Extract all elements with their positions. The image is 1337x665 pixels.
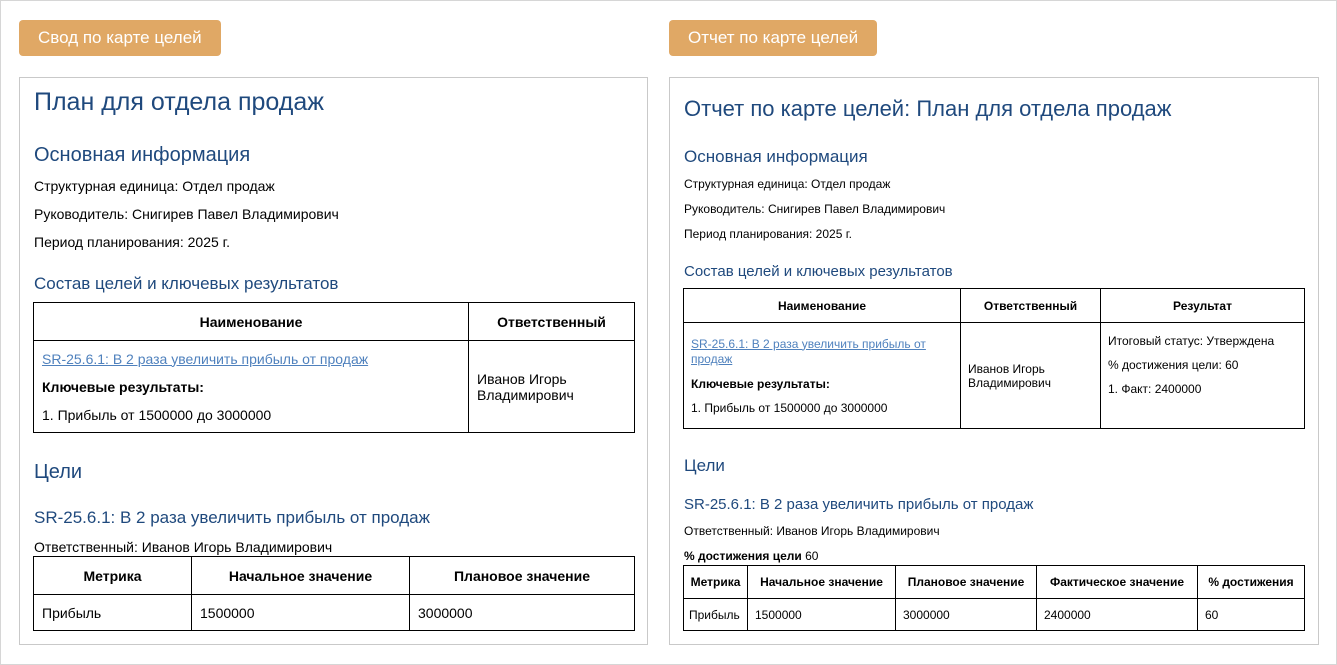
table-row: SR-25.6.1: В 2 раза увеличить прибыль от… — [683, 322, 1305, 429]
tab-summary[interactable]: Свод по карте целей — [19, 20, 221, 56]
table-header-row: Наименование Ответственный — [33, 302, 635, 341]
initial-cell: 1500000 — [191, 594, 410, 631]
table-row: Прибыль 1500000 3000000 2400000 60 — [683, 598, 1305, 631]
kr-item: 1. Прибыль от 1500000 до 3000000 — [691, 400, 888, 415]
achievement-label: % достижения цели — [684, 549, 802, 563]
actual-cell: 2400000 — [1036, 598, 1198, 631]
achievement-line: % достижения цели 60 — [684, 549, 818, 563]
header-result: Результат — [1100, 288, 1305, 323]
composition-table: Наименование Ответственный SR-25.6.1: В … — [33, 302, 635, 433]
kr-label: Ключевые результаты: — [42, 378, 204, 395]
achievement-cell: 60 — [1197, 598, 1305, 631]
header-responsible: Ответственный — [468, 302, 635, 341]
basic-info-heading: Основная информация — [34, 144, 251, 166]
metrics-table: Метрика Начальное значение Плановое знач… — [33, 556, 635, 631]
metric-cell: Прибыль — [683, 598, 748, 631]
header-name: Наименование — [33, 302, 469, 341]
table-header-row: Метрика Начальное значение Плановое знач… — [33, 556, 635, 595]
goals-heading: Цели — [684, 456, 725, 475]
metric-cell: Прибыль — [33, 594, 192, 631]
header-planned: Плановое значение — [409, 556, 635, 595]
responsible-name: Иванов Игорь Владимирович — [968, 361, 1052, 390]
table-header-row: Метрика Начальное значение Плановое знач… — [683, 565, 1305, 599]
goal-title: SR-25.6.1: В 2 раза увеличить прибыль от… — [684, 496, 1034, 513]
tab-report[interactable]: Отчет по карте целей — [669, 20, 878, 56]
header-achievement: % достижения — [1197, 565, 1305, 599]
planned-cell: 3000000 — [895, 598, 1037, 631]
metrics-table: Метрика Начальное значение Плановое знач… — [683, 565, 1305, 631]
basic-info-heading: Основная информация — [684, 147, 868, 166]
header-planned: Плановое значение — [895, 565, 1037, 599]
period-text: Период планирования: 2025 г. — [684, 227, 852, 241]
goal-responsible: Ответственный: Иванов Игорь Владимирович — [684, 524, 940, 538]
page-title: План для отдела продаж — [34, 88, 324, 116]
table-row: Прибыль 1500000 3000000 — [33, 594, 635, 631]
composition-heading: Состав целей и ключевых результатов — [34, 274, 339, 293]
manager-text: Руководитель: Снигирев Павел Владимирови… — [34, 206, 339, 222]
achievement-value: 60 — [805, 549, 819, 563]
goal-responsible: Ответственный: Иванов Игорь Владимирович — [34, 539, 333, 555]
table-row: SR-25.6.1: В 2 раза увеличить прибыль от… — [33, 340, 635, 433]
goal-link[interactable]: SR-25.6.1: В 2 раза увеличить прибыль от… — [691, 337, 926, 366]
header-actual: Фактическое значение — [1036, 565, 1198, 599]
goals-heading: Цели — [34, 461, 83, 483]
header-metric: Метрика — [683, 565, 748, 599]
page-title: Отчет по карте целей: План для отдела пр… — [684, 96, 1172, 121]
composition-heading: Состав целей и ключевых результатов — [684, 263, 953, 280]
header-initial: Начальное значение — [747, 565, 896, 599]
kr-label: Ключевые результаты: — [691, 376, 830, 391]
header-initial: Начальное значение — [191, 556, 410, 595]
unit-text: Структурная единица: Отдел продаж — [34, 178, 275, 194]
result-status: Итоговый статус: Утверждена — [1108, 333, 1275, 348]
header-responsible: Ответственный — [960, 288, 1101, 323]
goal-link[interactable]: SR-25.6.1: В 2 раза увеличить прибыль от… — [42, 351, 368, 367]
goal-cell: SR-25.6.1: В 2 раза увеличить прибыль от… — [33, 340, 469, 433]
planned-cell: 3000000 — [409, 594, 635, 631]
responsible-cell: Иванов Игорь Владимирович — [468, 340, 635, 433]
summary-panel: План для отдела продаж Основная информац… — [19, 77, 648, 645]
result-cell: Итоговый статус: Утверждена % достижения… — [1100, 322, 1305, 429]
responsible-cell: Иванов Игорь Владимирович — [960, 322, 1101, 429]
table-header-row: Наименование Ответственный Результат — [683, 288, 1305, 323]
result-percent: % достижения цели: 60 — [1108, 357, 1239, 372]
goal-title: SR-25.6.1: В 2 раза увеличить прибыль от… — [34, 508, 430, 527]
header-metric: Метрика — [33, 556, 192, 595]
header-name: Наименование — [683, 288, 961, 323]
goal-cell: SR-25.6.1: В 2 раза увеличить прибыль от… — [683, 322, 961, 429]
period-text: Период планирования: 2025 г. — [34, 234, 230, 250]
composition-table: Наименование Ответственный Результат SR-… — [683, 288, 1305, 429]
kr-item: 1. Прибыль от 1500000 до 3000000 — [42, 406, 272, 423]
unit-text: Структурная единица: Отдел продаж — [684, 177, 891, 191]
report-panel: Отчет по карте целей: План для отдела пр… — [669, 77, 1319, 645]
result-fact: 1. Факт: 2400000 — [1108, 381, 1202, 396]
responsible-name: Иванов Игорь Владимирович — [477, 370, 574, 403]
manager-text: Руководитель: Снигирев Павел Владимирови… — [684, 202, 946, 216]
initial-cell: 1500000 — [747, 598, 896, 631]
